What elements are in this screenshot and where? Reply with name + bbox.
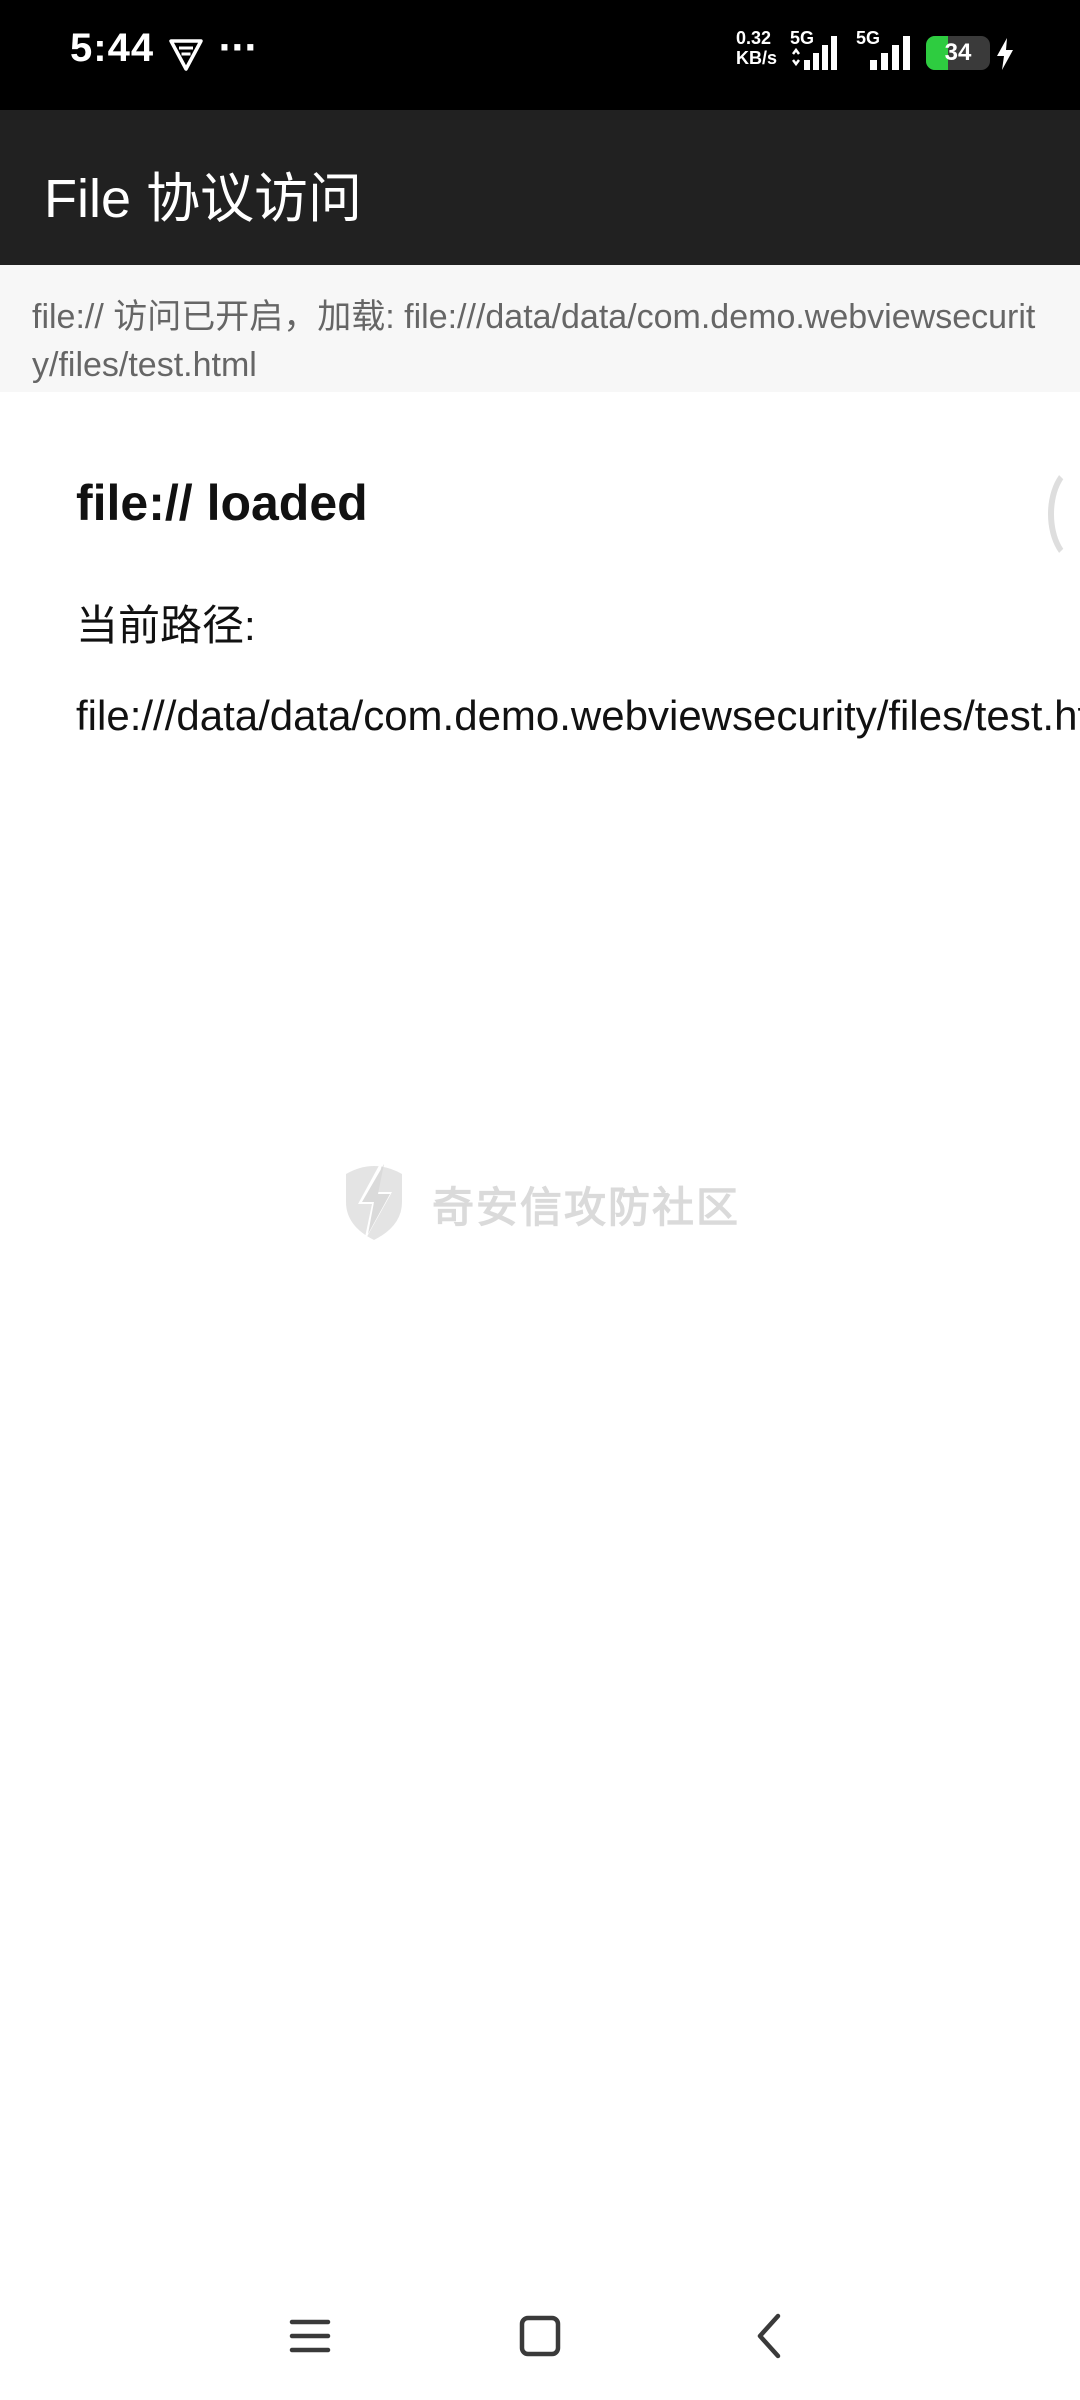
network-speed: 0.32 KB/s <box>736 28 794 68</box>
network-speed-unit: KB/s <box>736 48 778 68</box>
path-label: 当前路径: <box>76 602 256 649</box>
vpn-icon <box>169 39 203 71</box>
back-chevron-icon <box>757 2313 781 2359</box>
status-banner: file:// 访问已开启，加载: file:///data/data/com.… <box>0 265 1080 392</box>
back-button[interactable] <box>730 2296 810 2376</box>
more-notifications-icon: ··· <box>218 28 257 68</box>
page-title: File 协议访问 <box>44 169 363 229</box>
battery-icon: 34 <box>926 36 990 70</box>
home-button[interactable] <box>500 2296 580 2376</box>
status-bar: 5:44 ··· 0.32 KB/s 5G 5G 34 <box>0 0 1080 110</box>
watermark: 奇安信攻防社区 <box>336 1150 756 1250</box>
signal-icon <box>870 36 910 70</box>
status-time: 5:44 <box>70 26 155 70</box>
status-banner-text: file:// 访问已开启，加载: file:///data/data/com.… <box>32 298 1036 384</box>
home-square-icon <box>519 2315 561 2357</box>
webview[interactable]: file:// loaded 当前路径: file:///data/data/c… <box>0 392 1080 2272</box>
lightning-shield-icon <box>346 1160 402 1242</box>
signal-icon <box>792 36 837 70</box>
path-value: file:///data/data/com.demo.webviewsecuri… <box>76 692 1080 739</box>
watermark-text: 奇安信攻防社区 <box>432 1183 741 1232</box>
battery-level-text: 34 <box>944 39 972 66</box>
recent-apps-button[interactable] <box>270 2296 350 2376</box>
web-heading: file:// loaded <box>76 475 368 531</box>
overscroll-glow <box>1048 464 1080 564</box>
menu-icon <box>289 2319 331 2353</box>
phone-screen: 5:44 ··· 0.32 KB/s 5G 5G 34 File 协议访问 fi… <box>0 0 1080 2400</box>
navigation-bar <box>0 2272 1080 2400</box>
network-speed-value: 0.32 <box>736 28 772 48</box>
charging-icon <box>997 38 1013 70</box>
app-bar: File 协议访问 <box>0 110 1080 265</box>
